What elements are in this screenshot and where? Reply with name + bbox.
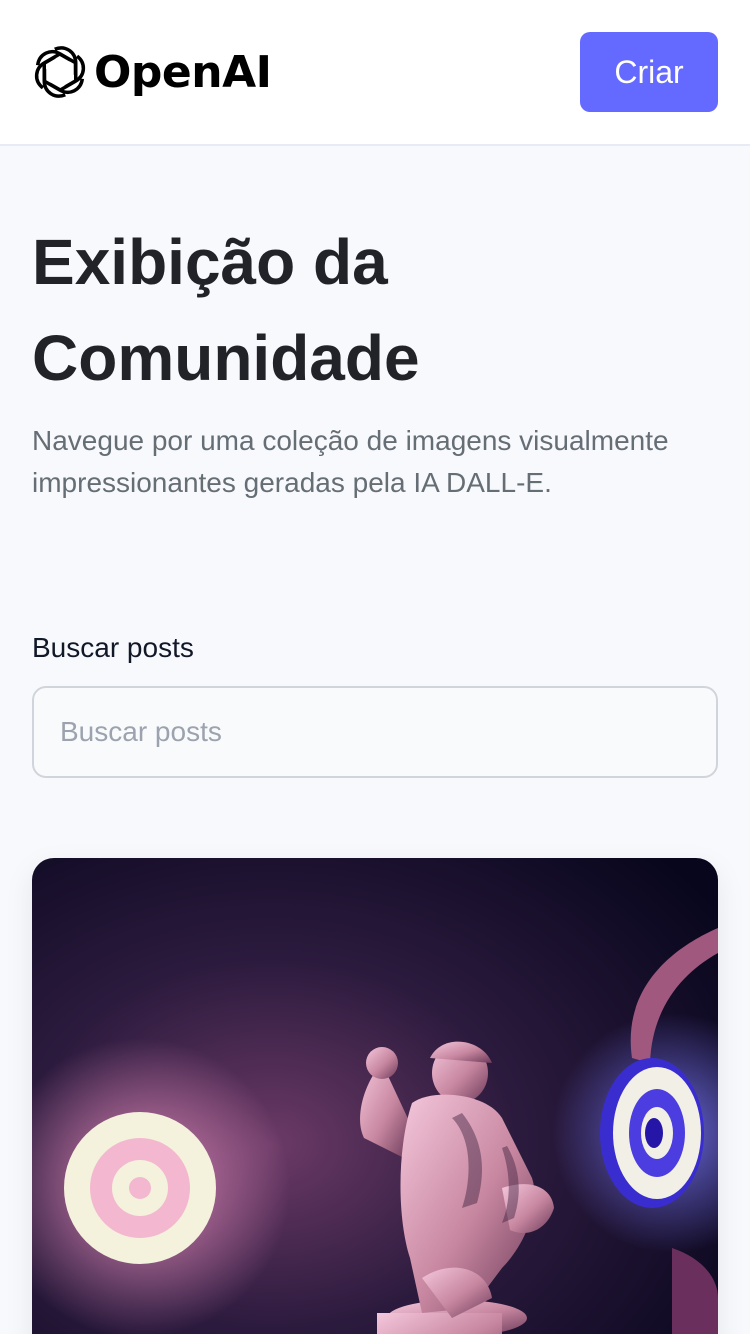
post-card[interactable] [32,858,718,1334]
page-title-line-1: Exibição da [32,226,388,298]
openai-logo-icon [34,46,86,98]
top-navbar: OpenAI Criar [0,0,750,146]
post-image [32,858,718,1334]
create-button[interactable]: Criar [580,32,718,112]
brand-name: OpenAI [94,46,272,98]
page-title: Exibição da Comunidade [32,214,692,406]
brand-logo[interactable]: OpenAI [32,42,272,102]
search-input[interactable] [32,686,718,778]
page-subtitle: Navegue por uma coleção de imagens visua… [32,425,669,498]
page-title-line-2: Comunidade [32,322,420,394]
search-label: Buscar posts [32,632,194,663]
